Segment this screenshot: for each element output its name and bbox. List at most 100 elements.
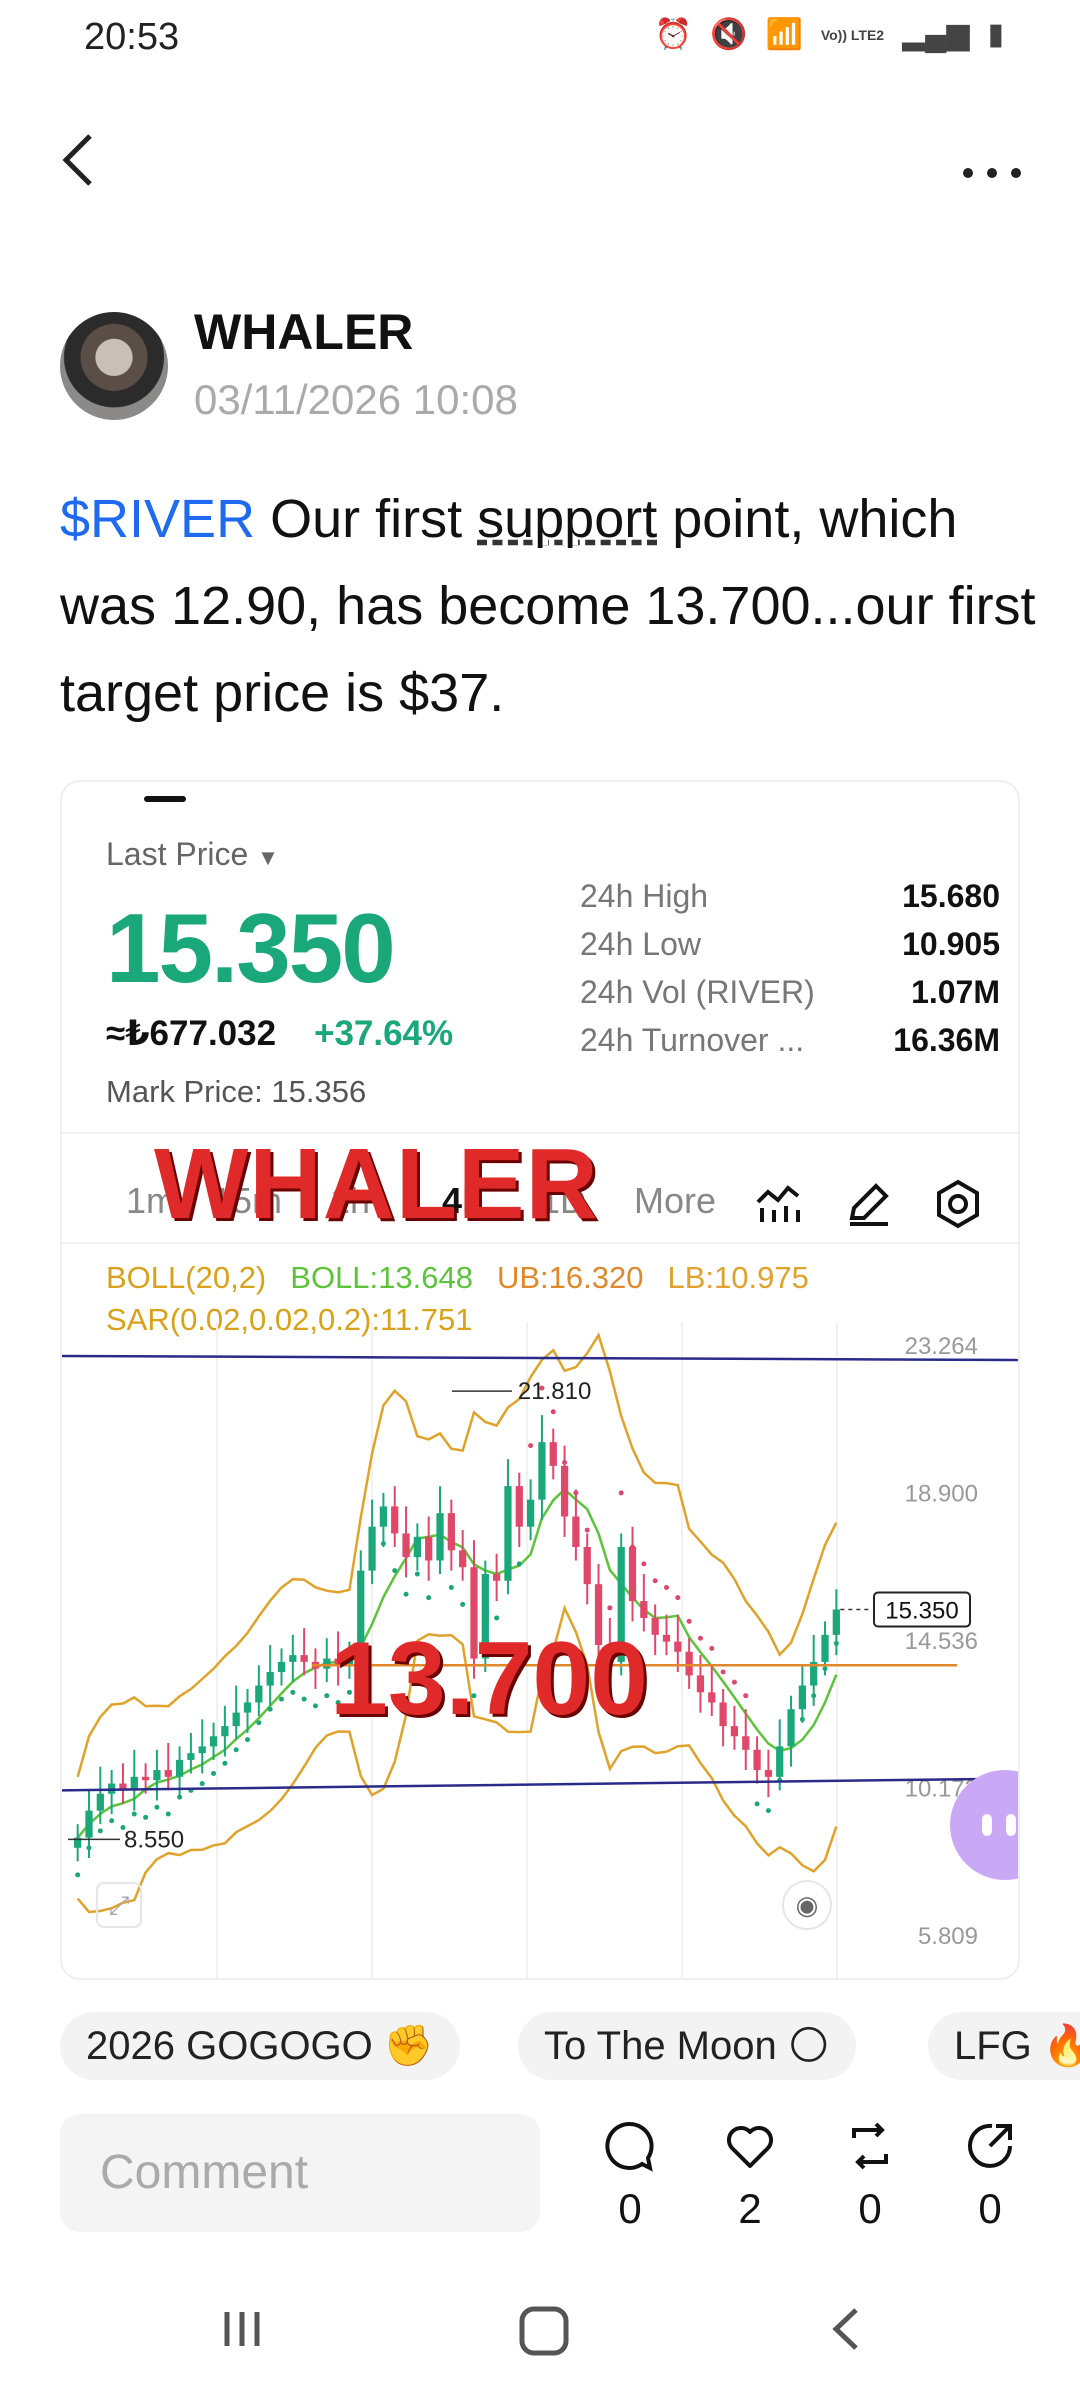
sar-dot: [97, 1828, 103, 1834]
signal-icon: ▂▄▆: [902, 18, 970, 51]
candle-body: [764, 1770, 773, 1777]
sar-dot: [709, 1645, 715, 1651]
sar-dot: [324, 1693, 330, 1699]
boll-lb-value: LB:10.975: [667, 1260, 809, 1295]
candle-body: [742, 1736, 750, 1750]
hashtag-chip[interactable]: 2026 GOGOGO ✊: [60, 2012, 460, 2080]
sar-dot: [414, 1571, 420, 1577]
comment-bubble-icon: [605, 2121, 654, 2172]
watermark-price: 13.700: [330, 1621, 649, 1737]
fiat-price: ≈₺677.032: [106, 1014, 277, 1053]
sar-dot: [731, 1679, 737, 1685]
candle-body: [515, 1486, 523, 1527]
sar-dot: [630, 1544, 636, 1550]
like-button[interactable]: 2: [710, 2118, 790, 2233]
hashtag-row: 2026 GOGOGO ✊ To The Moon 🌕 LFG 🔥: [60, 2012, 1080, 2082]
candle-body: [821, 1634, 829, 1662]
tab-more[interactable]: More: [634, 1180, 716, 1222]
hashtag-chip[interactable]: LFG 🔥: [928, 2012, 1080, 2080]
recent-apps-button[interactable]: [202, 2304, 282, 2374]
candle-body: [391, 1506, 399, 1534]
candle-body: [243, 1702, 252, 1713]
sar-dot: [222, 1760, 228, 1766]
candle-body: [719, 1702, 727, 1727]
sar-dot: [75, 1872, 81, 1878]
candle-body: [300, 1655, 308, 1662]
more-options-button[interactable]: [942, 128, 1022, 198]
sar-dot: [211, 1770, 217, 1776]
last-price-value: 15.350: [106, 893, 396, 1003]
draw-pen-icon[interactable]: [842, 1178, 894, 1230]
y-tick-label: 23.264: [905, 1333, 978, 1360]
sar-dot: [448, 1585, 454, 1591]
candle-body: [198, 1746, 206, 1754]
expand-chart-button[interactable]: ⤢: [96, 1882, 142, 1928]
last-price-label[interactable]: Last Price ▼: [106, 836, 279, 873]
candle-body: [651, 1617, 659, 1635]
candle-body: [730, 1726, 739, 1737]
comment-button[interactable]: 0: [590, 2118, 670, 2233]
last-price-label-text: Last Price: [106, 836, 249, 872]
eye-icon: ◉: [795, 1890, 819, 1920]
sar-dot: [380, 1541, 386, 1547]
repost-button[interactable]: 0: [830, 2118, 910, 2233]
sar-dot: [256, 1720, 262, 1726]
y-tick-label: 5.809: [918, 1923, 978, 1950]
support-term-link[interactable]: support: [477, 489, 657, 549]
sar-dot: [165, 1811, 171, 1817]
candle-body: [538, 1442, 546, 1500]
post-timestamp: 03/11/2026 10:08: [194, 376, 518, 423]
home-button[interactable]: [504, 2304, 584, 2374]
high-price-label: 21.810: [518, 1378, 591, 1405]
status-icons: ⏰ 🔇 📶 Vo)) LTE2 ▂▄▆ ▮: [655, 20, 1004, 50]
repost-icon: [852, 2122, 888, 2170]
sar-dot: [267, 1706, 273, 1712]
toggle-visibility-button[interactable]: ◉: [782, 1880, 832, 1930]
stat-value: 16.36M: [893, 1022, 1000, 1058]
share-button[interactable]: 0: [950, 2118, 1030, 2233]
nav-back-button[interactable]: [806, 2304, 886, 2374]
indicator-icon[interactable]: [752, 1178, 804, 1230]
sar-dot: [663, 1585, 669, 1591]
home-icon: [519, 2306, 569, 2356]
market-card[interactable]: Last Price ▼ 15.350 ≈₺677.032 +37.64% Ma…: [60, 780, 1020, 1980]
watermark-whaler: WHALER: [154, 1128, 599, 1240]
hashtag-chip[interactable]: To The Moon 🌕: [518, 2012, 856, 2080]
alarm-icon: ⏰: [654, 18, 693, 51]
post-text-part1: Our first: [255, 489, 478, 549]
sar-dot: [799, 1716, 805, 1722]
candle-body: [572, 1516, 580, 1547]
candle-body: [413, 1536, 421, 1558]
sar-dot: [550, 1409, 556, 1415]
stat-row: 24h High 15.680: [580, 878, 1000, 926]
ticker-link[interactable]: $RIVER: [60, 489, 255, 549]
sar-dot: [720, 1669, 726, 1675]
back-button[interactable]: [58, 130, 118, 200]
chevron-left-icon: [832, 2308, 858, 2350]
sar-dot: [754, 1801, 760, 1807]
stat-key: 24h Turnover ...: [580, 1022, 805, 1058]
boll-mid-value: BOLL:13.648: [290, 1260, 473, 1295]
candle-body: [209, 1736, 218, 1747]
ellipsis-icon: [963, 168, 1021, 178]
sar-dot: [245, 1737, 251, 1743]
sar-dot: [584, 1527, 590, 1533]
avatar[interactable]: [60, 312, 168, 420]
sar-dot: [516, 1561, 522, 1567]
sar-dot: [177, 1794, 183, 1800]
status-bar: 20:53 ⏰ 🔇 📶 Vo)) LTE2 ▂▄▆ ▮: [0, 0, 1080, 80]
candle-body: [708, 1692, 716, 1703]
sar-dot: [131, 1811, 137, 1817]
author-name[interactable]: WHALER: [194, 303, 413, 361]
settings-hex-icon[interactable]: [932, 1178, 984, 1230]
sar-dot: [301, 1696, 307, 1702]
stat-value: 1.07M: [911, 974, 1000, 1010]
y-tick-label: 14.536: [905, 1628, 978, 1655]
candle-body: [85, 1810, 93, 1838]
comment-input[interactable]: Comment: [60, 2114, 540, 2232]
caret-down-icon: ▼: [257, 845, 279, 870]
sar-dot: [765, 1808, 771, 1814]
mark-price: Mark Price: 15.356: [106, 1074, 366, 1110]
stat-row: 24h Low 10.905: [580, 926, 1000, 974]
candle-body: [141, 1776, 150, 1781]
